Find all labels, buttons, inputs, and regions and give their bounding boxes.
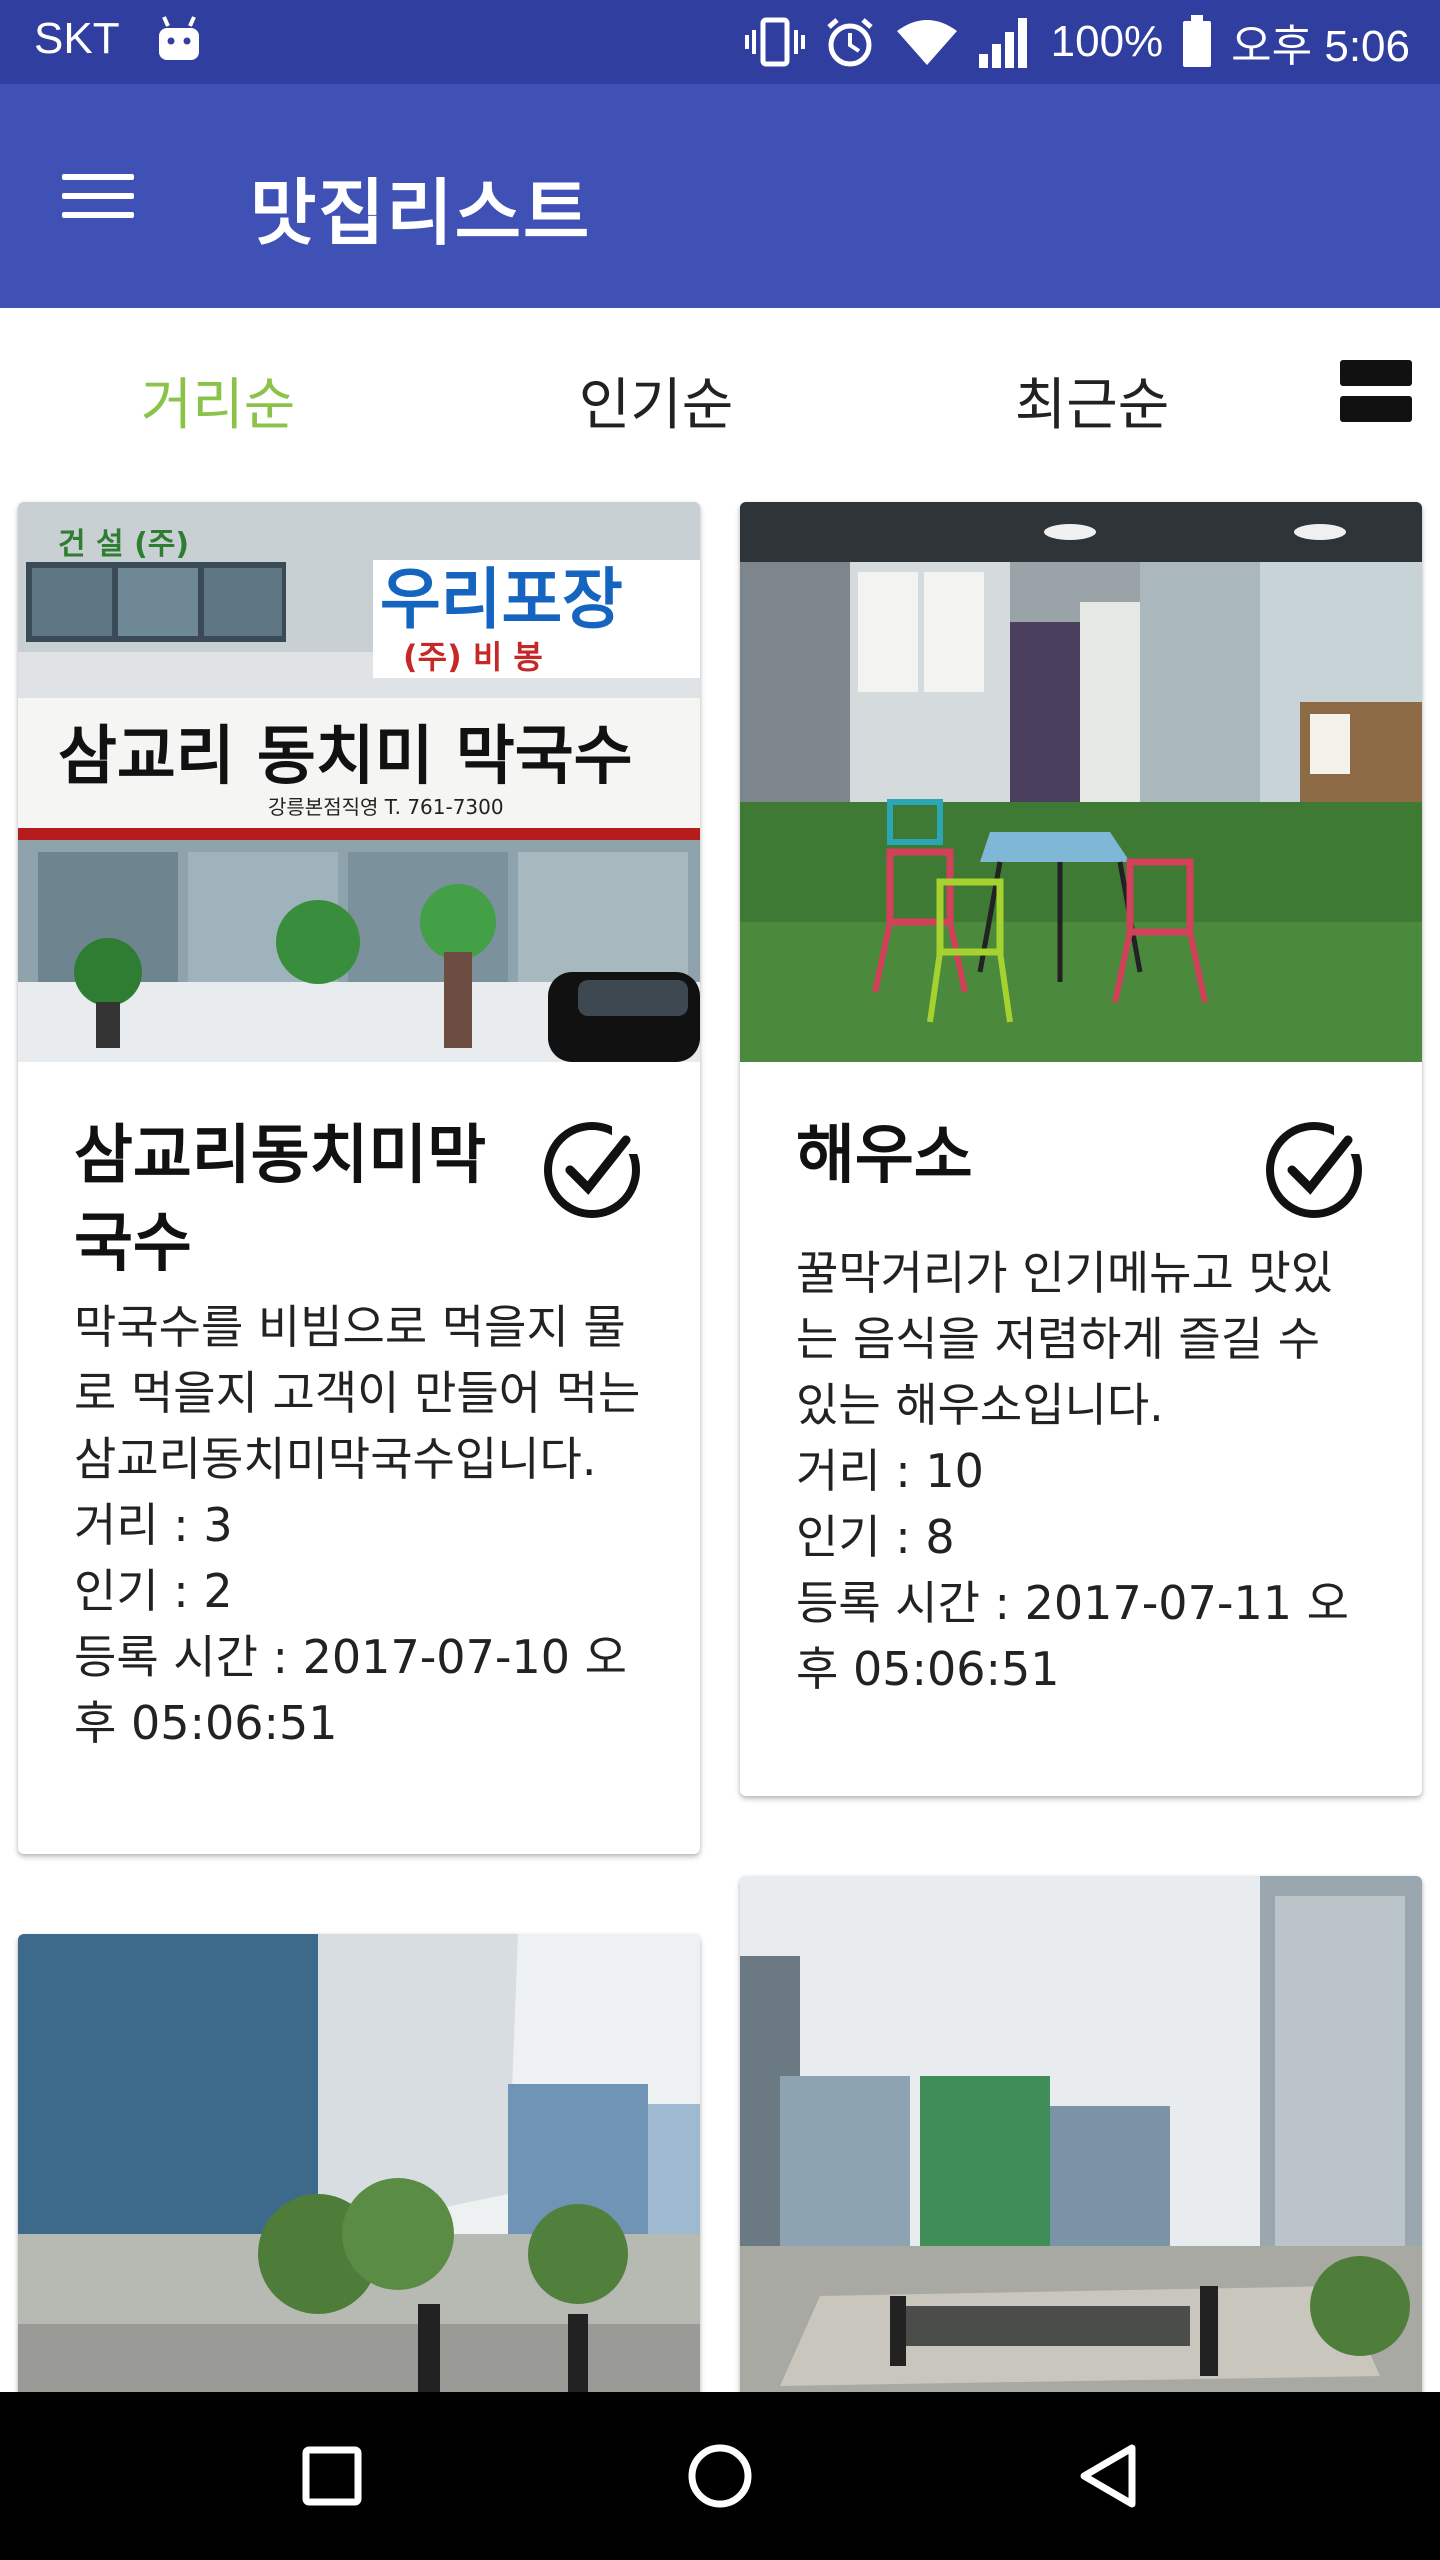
tab-sort-distance[interactable]: 거리순 bbox=[88, 360, 348, 441]
restaurant-description: 막국수를 비빔으로 먹을지 물로 먹을지 고객이 만들어 먹는 삼교리동치미막국… bbox=[74, 1300, 641, 1486]
restaurant-card[interactable]: 해우소 꿀막거리가 인기메뉴고 맛있는 음식을 저렴하게 즐길 수 있는 해우소… bbox=[740, 502, 1422, 1796]
banner-text: 삼교리 동치미 막국수 bbox=[58, 719, 632, 794]
restaurant-card[interactable] bbox=[740, 1876, 1422, 2416]
restaurant-distance: 거리 : 10 bbox=[796, 1444, 984, 1498]
battery-icon bbox=[1183, 15, 1212, 67]
restaurant-popularity: 인기 : 8 bbox=[796, 1510, 955, 1564]
app-bar: 맛집리스트 bbox=[0, 84, 1440, 308]
sort-tab-bar: 거리순 인기순 최근순 bbox=[0, 308, 1440, 480]
restaurant-photo: 건 설 (주) 우리포장 (주) 비 봉 삼교리 동치미 막국수 강릉본점직영 … bbox=[18, 502, 700, 1062]
restaurant-description: 꿀막거리가 인기메뉴고 맛있는 음식을 저렴하게 즐길 수 있는 해우소입니다. bbox=[796, 1246, 1334, 1432]
android-icon bbox=[159, 16, 199, 60]
restaurant-name: 해우소 bbox=[796, 1119, 973, 1193]
sign-sub-text: (주) 비 봉 bbox=[403, 638, 543, 676]
restaurant-photo bbox=[18, 1934, 700, 2414]
view-list-icon[interactable] bbox=[1340, 360, 1412, 424]
back-triangle-icon[interactable] bbox=[1062, 2430, 1154, 2522]
vibrate-icon bbox=[744, 17, 805, 67]
wifi-icon bbox=[896, 20, 957, 65]
navigation-bar bbox=[0, 2392, 1440, 2560]
restaurant-card[interactable]: 건 설 (주) 우리포장 (주) 비 봉 삼교리 동치미 막국수 강릉본점직영 … bbox=[18, 502, 700, 1854]
signal-icon bbox=[978, 18, 1027, 68]
banner-small-text: 강릉본점직영 T. 761-7300 bbox=[268, 795, 504, 819]
sign-company-text: 건 설 (주) bbox=[58, 527, 189, 562]
home-circle-icon[interactable] bbox=[674, 2430, 766, 2522]
restaurant-registered-time: 등록 시간 : 2017-07-11 오후 05:06:51 bbox=[796, 1576, 1349, 1696]
alarm-icon bbox=[826, 18, 873, 67]
tab-sort-recent[interactable]: 최근순 bbox=[962, 360, 1222, 441]
carrier-label: SKT bbox=[34, 14, 120, 63]
check-circle-icon[interactable] bbox=[1262, 1118, 1366, 1222]
status-bar: SKT 100% 오후 5:06 bbox=[0, 0, 1440, 84]
sign-main-text: 우리포장 bbox=[380, 561, 623, 638]
restaurant-name: 삼교리동치미막국수 bbox=[74, 1119, 487, 1281]
restaurant-photo bbox=[740, 1876, 1422, 2416]
recents-square-icon[interactable] bbox=[286, 2430, 378, 2522]
app-title: 맛집리스트 bbox=[250, 171, 592, 255]
restaurant-card[interactable] bbox=[18, 1934, 700, 2414]
restaurant-popularity: 인기 : 2 bbox=[74, 1564, 233, 1618]
check-circle-icon[interactable] bbox=[540, 1118, 644, 1222]
hamburger-menu-icon[interactable] bbox=[62, 174, 134, 220]
restaurant-registered-time: 등록 시간 : 2017-07-10 오후 05:06:51 bbox=[74, 1630, 627, 1750]
status-clock: 오후 5:06 bbox=[1231, 22, 1410, 71]
restaurant-distance: 거리 : 3 bbox=[74, 1498, 233, 1552]
restaurant-photo bbox=[740, 502, 1422, 1062]
battery-percent: 100% bbox=[1050, 17, 1164, 66]
tab-sort-popular[interactable]: 인기순 bbox=[526, 360, 786, 441]
